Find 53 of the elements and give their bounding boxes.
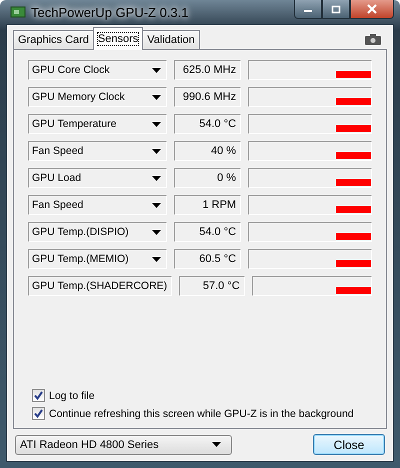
sensor-value: 0 %: [174, 168, 242, 188]
close-dialog-button[interactable]: Close: [313, 434, 385, 455]
sensor-dropdown[interactable]: Fan Speed: [28, 141, 167, 161]
maximize-icon: [331, 4, 341, 14]
sensor-dropdown[interactable]: GPU Temperature: [28, 114, 167, 134]
sensor-dropdown[interactable]: GPU Temp.(DISPIO): [28, 222, 167, 242]
caret-icon: [152, 230, 161, 234]
sensor-value: 625.0 MHz: [174, 60, 242, 80]
sensor-value: 990.6 MHz: [174, 87, 242, 107]
caret-icon: [152, 122, 161, 126]
sensor-dropdown[interactable]: GPU Core Clock: [28, 60, 167, 80]
tab[interactable]: Sensors: [92, 27, 144, 50]
caret-icon: [152, 148, 161, 154]
sensor-dropdown[interactable]: GPU Load: [28, 168, 167, 188]
card-dropdown[interactable]: ATI Radeon HD 4800 Series: [15, 434, 232, 454]
graph-bar: [336, 71, 371, 78]
checkbox-label[interactable]: Log to file: [49, 390, 95, 402]
tab[interactable]: Validation: [142, 30, 200, 49]
caret-icon: [212, 442, 221, 447]
graph-bar: [336, 206, 371, 213]
caret-icon: [152, 176, 161, 180]
close-icon: [366, 4, 378, 14]
graph-bar: [336, 125, 371, 132]
minimize-button[interactable]: [294, 0, 322, 19]
window-title: TechPowerUp GPU-Z 0.3.1: [31, 4, 190, 20]
sensor-value: 54.0 °C: [174, 222, 242, 242]
caret-icon: [152, 94, 161, 100]
graph-bar: [336, 98, 371, 105]
maximize-button[interactable]: [322, 0, 350, 19]
caret-icon: [152, 68, 161, 72]
graph-bar: [336, 152, 371, 159]
sensor-dropdown[interactable]: GPU Temp.(MEMIO): [28, 249, 167, 269]
checkbox[interactable]: [32, 407, 45, 420]
graph-bar: [336, 179, 371, 186]
camera-icon[interactable]: [365, 34, 381, 45]
sensor-value: 40 %: [174, 141, 242, 161]
close-button[interactable]: [350, 0, 394, 19]
sensor-value: 1 RPM: [174, 195, 242, 215]
graph-bar: [336, 233, 371, 240]
tab[interactable]: Graphics Card: [13, 30, 94, 49]
sensor-dropdown[interactable]: GPU Temp.(SHADERCORE): [28, 276, 172, 296]
sensor-value: 60.5 °C: [174, 249, 242, 269]
graph-bar: [336, 287, 371, 294]
checkbox-label[interactable]: Continue refreshing this screen while GPU-Z is in the background: [49, 408, 354, 420]
sensor-dropdown[interactable]: Fan Speed: [28, 195, 167, 215]
sensor-value: 54.0 °C: [174, 114, 242, 134]
checkbox[interactable]: [32, 389, 45, 402]
graph-bar: [336, 260, 371, 267]
sensor-value: 57.0 °C: [179, 276, 245, 296]
caret-icon: [152, 202, 161, 208]
graphics-card-icon: [10, 5, 26, 19]
caret-icon: [152, 256, 161, 262]
sensor-dropdown[interactable]: GPU Memory Clock: [28, 87, 167, 107]
